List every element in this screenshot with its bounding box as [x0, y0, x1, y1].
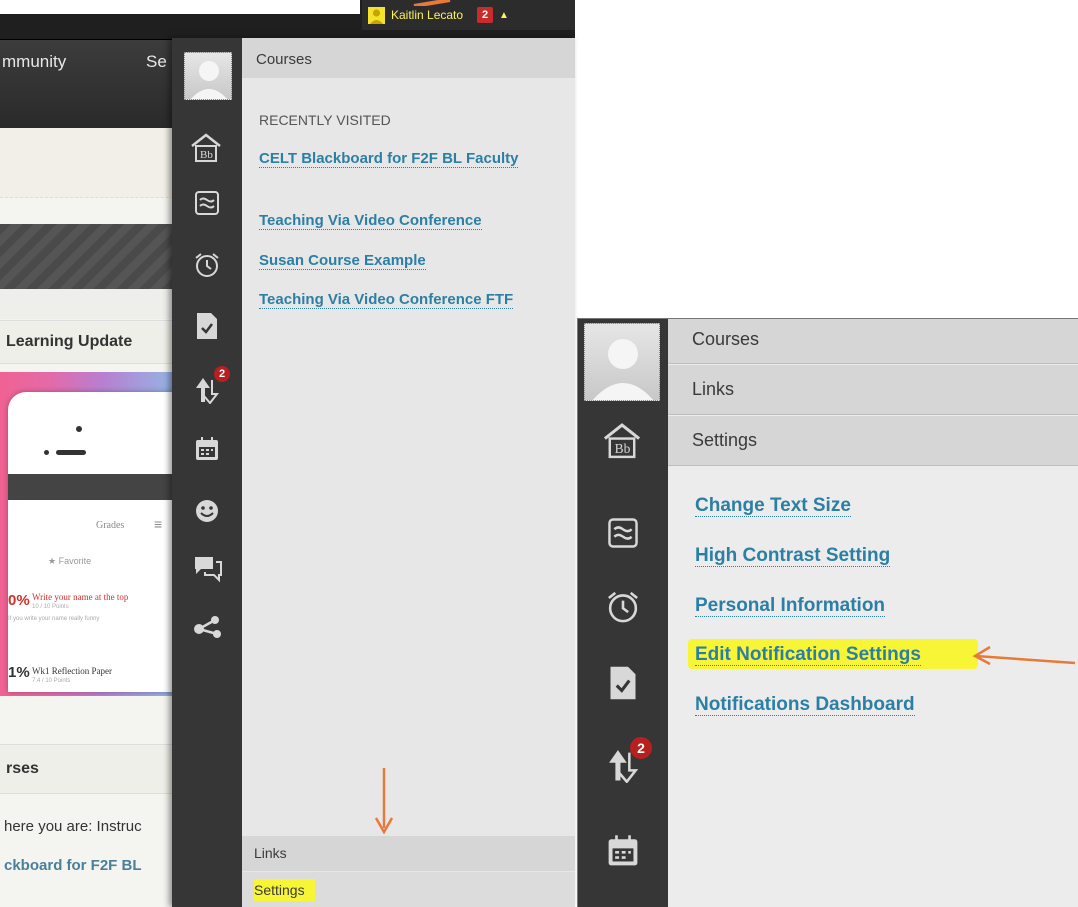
settings-header[interactable]: Settings — [242, 872, 575, 907]
star-icon: ★ — [48, 556, 57, 566]
assignment-check-icon[interactable] — [605, 663, 641, 703]
alarm-clock-icon[interactable] — [192, 250, 222, 280]
svg-text:Bb: Bb — [200, 149, 213, 161]
recent-course-link[interactable]: Susan Course Example — [259, 250, 559, 272]
annotation-arrow-icon — [374, 768, 394, 835]
avatar[interactable] — [184, 52, 232, 100]
phone-grades-title: Grades — [96, 520, 125, 531]
course-list-intro: here you are: Instruc — [4, 818, 142, 835]
courses-module-title: rses — [0, 744, 176, 794]
courses-header[interactable]: Courses — [242, 38, 575, 78]
nav-tab-community[interactable]: mmunity — [2, 52, 66, 72]
notifications-dashboard-link[interactable]: Notifications Dashboard — [695, 694, 915, 716]
grade-percent: 0% — [8, 592, 30, 609]
phone-illustration: Grades ≡ ★ Favorite 0% Write your name a… — [8, 392, 176, 692]
updates-stream-icon[interactable] — [192, 188, 222, 218]
settings-link-label: Notifications Dashboard — [695, 694, 915, 716]
edit-notification-settings-link[interactable]: Edit Notification Settings — [695, 644, 921, 666]
updates-stream-icon[interactable] — [603, 515, 643, 551]
connections-icon[interactable] — [190, 612, 226, 642]
high-contrast-setting-link[interactable]: High Contrast Setting — [695, 545, 891, 567]
grade-item-points: 7.4 / 10 Points — [32, 678, 71, 684]
links-header[interactable]: Links — [242, 836, 575, 871]
avatar[interactable] — [584, 323, 660, 401]
personal-information-link[interactable]: Personal Information — [695, 595, 886, 617]
recent-course-label: Teaching Via Video Conference FTF — [259, 291, 514, 309]
annotation-arrow-icon — [972, 645, 1076, 666]
settings-header-label: Settings — [254, 879, 315, 901]
courses-header[interactable]: Courses — [668, 319, 1078, 364]
icon-rail: Bb 2 — [578, 319, 668, 907]
notification-count-badge: 2 — [630, 737, 652, 759]
smiley-icon[interactable] — [192, 496, 222, 526]
recently-visited-label: RECENTLY VISITED — [259, 112, 391, 128]
phone-screen-bar — [8, 474, 176, 500]
recent-course-link[interactable]: CELT Blackboard for F2F BL Faculty — [259, 148, 559, 170]
settings-panel: Bb 2 Courses Links Settings Change Text … — [577, 318, 1078, 907]
notification-count-badge: 2 — [214, 366, 230, 382]
hamburger-icon: ≡ — [154, 516, 163, 532]
caption-area — [0, 0, 360, 14]
courses-menu-content: Courses RECENTLY VISITED CELT Blackboard… — [242, 38, 575, 907]
settings-menu-content: Courses Links Settings Change Text Size … — [668, 319, 1078, 907]
recent-course-label: Teaching Via Video Conference — [259, 212, 482, 230]
annotation-arrow-icon — [413, 0, 451, 6]
phone-camera — [76, 426, 82, 432]
links-header[interactable]: Links — [668, 365, 1078, 415]
settings-link-label: High Contrast Setting — [695, 545, 891, 567]
nav-tab-services[interactable]: Se — [146, 52, 167, 72]
alarm-clock-icon[interactable] — [603, 587, 643, 627]
caret-up-icon: ▲ — [499, 9, 509, 21]
global-nav-panel: Bb 2 Courses RECENTLY VISITED CELT Black… — [172, 38, 575, 907]
blackboard-home-icon[interactable]: Bb — [186, 130, 226, 166]
user-avatar-icon — [368, 6, 385, 24]
calendar-icon[interactable] — [603, 831, 643, 871]
grade-item-note: If you write your name really funny — [8, 616, 100, 622]
module-title: Learning Update — [0, 320, 180, 364]
recent-course-label: CELT Blackboard for F2F BL Faculty — [259, 150, 519, 168]
assignment-check-icon[interactable] — [192, 310, 222, 342]
icon-rail: Bb 2 — [172, 38, 242, 907]
settings-link-label: Change Text Size — [695, 495, 851, 517]
phone-favorite-label: Favorite — [58, 556, 92, 566]
grade-item-points: 10 / 10 Points — [32, 604, 69, 610]
grade-percent: 1% — [8, 664, 30, 681]
grade-item-title: Wk1 Reflection Paper — [32, 666, 112, 676]
settings-link-label: Personal Information — [695, 595, 886, 617]
svg-text:Bb: Bb — [615, 441, 631, 456]
phone-speaker — [56, 450, 86, 455]
recent-course-link[interactable]: Teaching Via Video Conference — [259, 210, 559, 232]
recent-course-label: Susan Course Example — [259, 252, 426, 270]
calendar-icon[interactable] — [192, 434, 222, 464]
user-menu[interactable]: Kaitlin Lecato 2 ▲ — [362, 0, 575, 30]
phone-sensor — [44, 450, 49, 455]
notification-badge: 2 — [477, 7, 494, 23]
grade-item-title: Write your name at the top — [32, 592, 129, 602]
settings-header[interactable]: Settings — [668, 416, 1078, 466]
user-name: Kaitlin Lecato — [391, 8, 464, 22]
recent-course-link[interactable]: Teaching Via Video Conference FTF — [259, 289, 559, 311]
phone-favorite: ★ Favorite — [48, 556, 91, 567]
course-link[interactable]: ckboard for F2F BL — [4, 857, 142, 874]
promo-image: Grades ≡ ★ Favorite 0% Write your name a… — [0, 372, 176, 696]
messages-icon[interactable] — [192, 554, 224, 584]
blackboard-home-icon[interactable]: Bb — [598, 419, 646, 463]
change-text-size-link[interactable]: Change Text Size — [695, 495, 851, 517]
settings-link-label: Edit Notification Settings — [695, 644, 921, 666]
